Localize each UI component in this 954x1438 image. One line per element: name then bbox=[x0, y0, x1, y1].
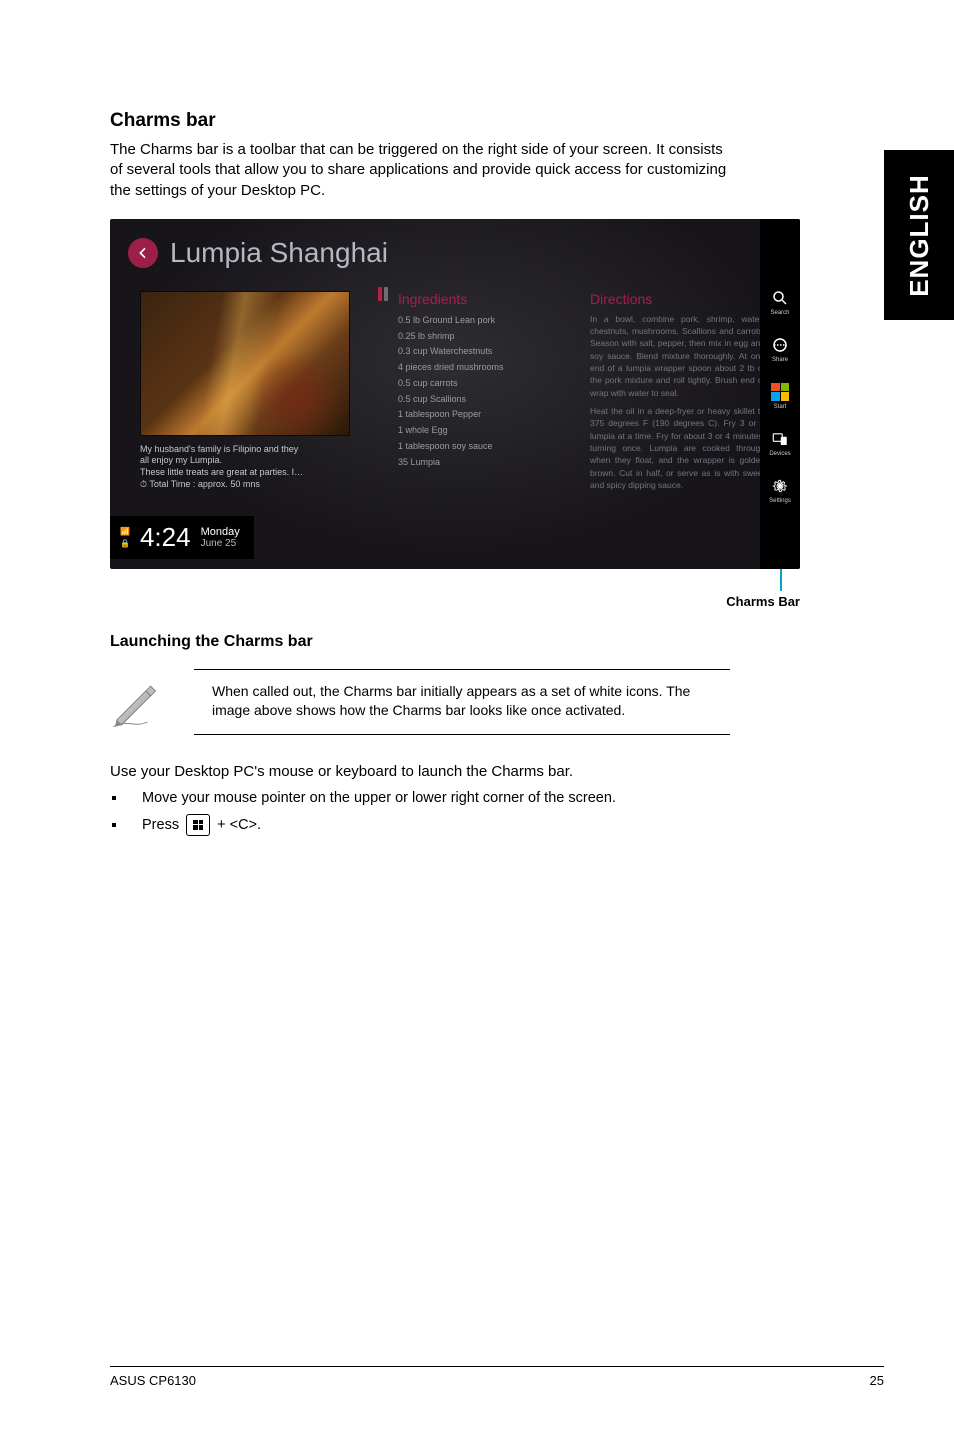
search-icon bbox=[771, 289, 789, 307]
callout-charms-bar: Charms Bar bbox=[726, 594, 800, 609]
network-status-icons: 📶🔒 bbox=[120, 527, 130, 548]
charm-settings[interactable]: Settings bbox=[760, 477, 800, 504]
share-icon bbox=[771, 336, 789, 354]
recipe-title: Lumpia Shanghai bbox=[170, 237, 388, 269]
list-item: 0.3 cup Waterchestnuts bbox=[398, 344, 573, 360]
directions-text: In a bowl, combine pork, shrimp, water-c… bbox=[590, 313, 765, 491]
gear-icon bbox=[771, 477, 789, 495]
clock-day: Monday bbox=[201, 526, 240, 538]
list-item: 0.25 lb shrimp bbox=[398, 329, 573, 345]
taskbar-clock: 📶🔒 4:24 Monday June 25 bbox=[110, 516, 254, 559]
bullet-dot bbox=[112, 823, 116, 827]
bullet-text: Move your mouse pointer on the upper or … bbox=[142, 790, 616, 806]
recipe-caption: My husband's family is Filipino and they… bbox=[140, 444, 350, 491]
list-item: 0.5 cup carrots bbox=[398, 376, 573, 392]
callout-line bbox=[780, 569, 782, 591]
list-item: 0.5 lb Ground Lean pork bbox=[398, 313, 573, 329]
note-text: When called out, the Charms bar initiall… bbox=[212, 682, 730, 720]
pencil-note-icon bbox=[110, 678, 162, 730]
total-time: Total Time : approx. 50 mns bbox=[149, 479, 260, 489]
charm-label: Devices bbox=[769, 451, 790, 457]
note-box: When called out, the Charms bar initiall… bbox=[194, 669, 730, 735]
charm-label: Start bbox=[774, 404, 787, 410]
charm-label: Share bbox=[772, 357, 788, 363]
footer-product: ASUS CP6130 bbox=[110, 1373, 196, 1388]
clock-time: 4:24 bbox=[140, 522, 191, 553]
instructions-lead: Use your Desktop PC's mouse or keyboard … bbox=[110, 763, 730, 780]
ingredients-list: 0.5 lb Ground Lean pork 0.25 lb shrimp 0… bbox=[398, 313, 573, 471]
ingredients-header: Ingredients bbox=[398, 291, 573, 307]
heading-charms-bar: Charms bar bbox=[110, 110, 730, 132]
scroll-tabs[interactable] bbox=[378, 287, 388, 301]
bullet-item: Press + <C>. bbox=[110, 814, 730, 836]
press-label: Press bbox=[142, 816, 183, 832]
list-item: 4 pieces dried mushrooms bbox=[398, 360, 573, 376]
screenshot-figure: Lumpia Shanghai My husband's family is F… bbox=[110, 219, 800, 569]
heading-launching: Launching the Charms bar bbox=[110, 633, 730, 651]
charms-bar: Search Share Start Devices Settings bbox=[760, 219, 800, 569]
intro-paragraph: The Charms bar is a toolbar that can be … bbox=[110, 140, 730, 201]
page-footer: ASUS CP6130 25 bbox=[110, 1366, 884, 1388]
bullet-item: Move your mouse pointer on the upper or … bbox=[110, 790, 730, 806]
bullet-dot bbox=[112, 796, 116, 800]
start-icon bbox=[771, 383, 789, 401]
side-language-label: ENGLISH bbox=[904, 174, 935, 297]
charm-label: Search bbox=[770, 310, 789, 316]
footer-page-number: 25 bbox=[870, 1373, 884, 1388]
charm-devices[interactable]: Devices bbox=[760, 430, 800, 457]
devices-icon bbox=[771, 430, 789, 448]
directions-header: Directions bbox=[590, 291, 765, 307]
charm-search[interactable]: Search bbox=[760, 289, 800, 316]
directions-para: Heat the oil in a deep-fryer or heavy sk… bbox=[590, 405, 765, 491]
key-combo: + <C>. bbox=[217, 816, 261, 832]
caption-line: These little treats are great at parties… bbox=[140, 467, 350, 479]
charm-start[interactable]: Start bbox=[760, 383, 800, 410]
side-language-tab: ENGLISH bbox=[884, 150, 954, 320]
clock-date: June 25 bbox=[201, 538, 240, 549]
caption-line: My husband's family is Filipino and they bbox=[140, 444, 350, 456]
charm-label: Settings bbox=[769, 498, 791, 504]
back-icon[interactable] bbox=[128, 238, 158, 268]
list-item: 0.5 cup Scallions bbox=[398, 392, 573, 408]
list-item: 1 tablespoon Pepper bbox=[398, 407, 573, 423]
caption-line: all enjoy my Lumpia. bbox=[140, 455, 350, 467]
recipe-photo bbox=[140, 291, 350, 436]
windows-key-icon bbox=[186, 814, 210, 836]
list-item: 1 tablespoon soy sauce bbox=[398, 439, 573, 455]
list-item: 35 Lumpia bbox=[398, 455, 573, 471]
charm-share[interactable]: Share bbox=[760, 336, 800, 363]
directions-para: In a bowl, combine pork, shrimp, water-c… bbox=[590, 313, 765, 399]
list-item: 1 whole Egg bbox=[398, 423, 573, 439]
bullet-text: Press + <C>. bbox=[142, 814, 261, 836]
